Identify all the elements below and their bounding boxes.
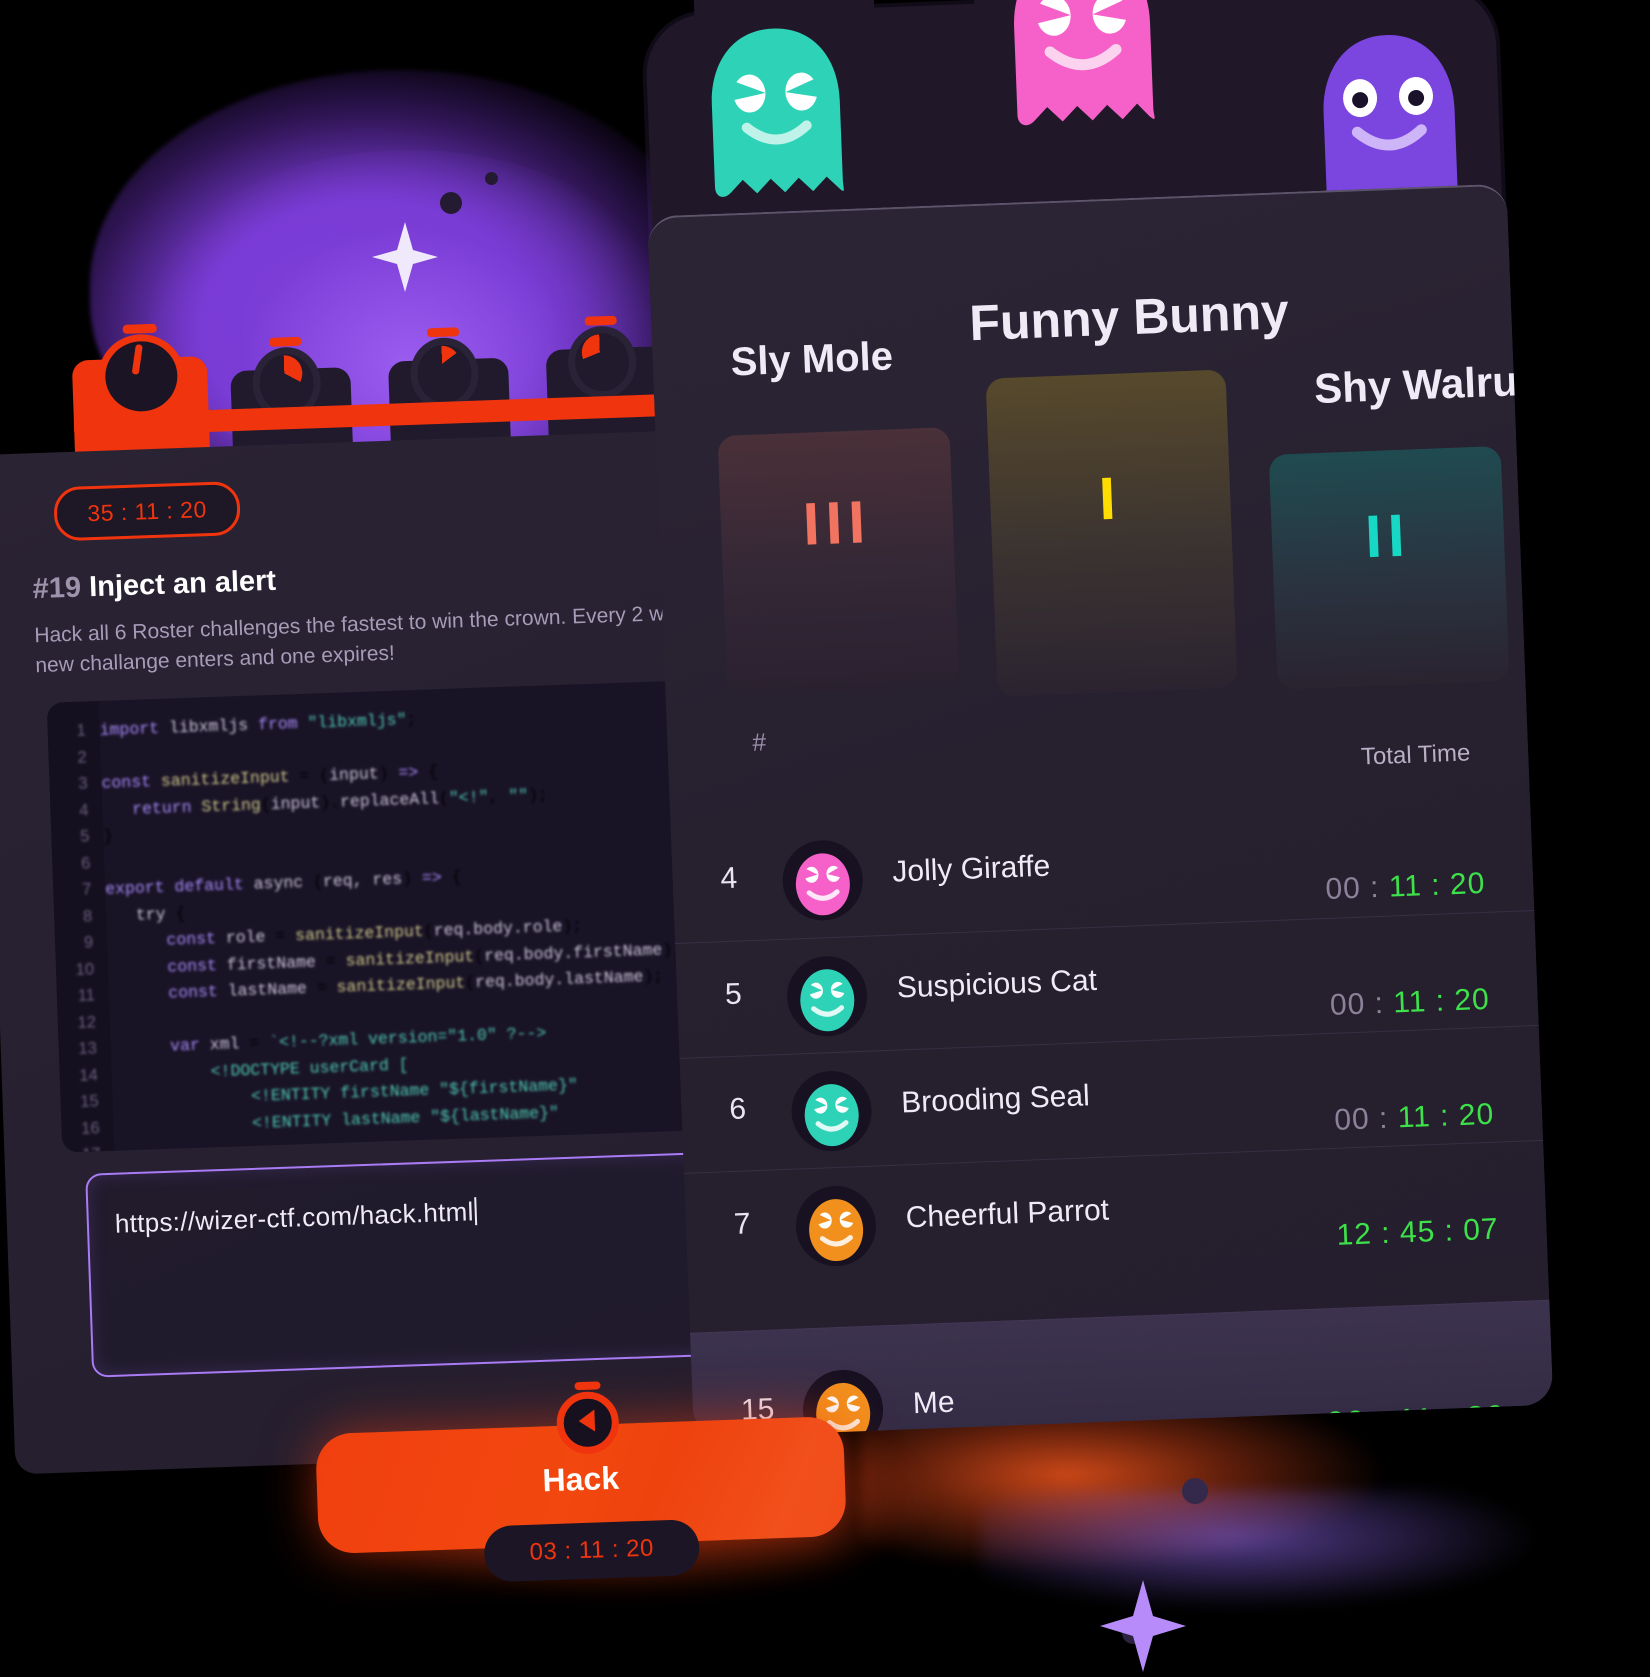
column-header-total-time: Total Time (1360, 739, 1470, 771)
podium-pedestal-2: I (986, 369, 1238, 696)
row-rank: 5 (724, 978, 742, 1013)
challenge-panel: 35 : 11 : 20 #19 Inject an alert Hack al… (0, 431, 715, 1475)
avatar (794, 1185, 877, 1268)
row-player-name: Me (912, 1386, 955, 1422)
podium-pedestal-3: II (1269, 446, 1510, 690)
challenge-title: Inject an alert (89, 565, 277, 604)
decor-dot-3 (1182, 1478, 1208, 1504)
challenge-number: #19 (32, 572, 81, 606)
challenge-description: Hack all 6 Roster challenges the fastest… (34, 597, 715, 682)
sparkle-decoration-top (372, 222, 438, 297)
row-rank: 7 (733, 1207, 751, 1242)
podium-mark-2: I (989, 464, 1231, 533)
leaderboard-panel: Sly Mole Funny Bunny Shy Walrus III I II… (647, 184, 1553, 1438)
avatar (781, 839, 864, 922)
column-header-rank: # (752, 728, 767, 758)
code-editor[interactable]: 1import libxmljs from "libxmljs";23const… (47, 678, 715, 1152)
row-rank: 4 (720, 862, 738, 897)
app-background: 35 : 11 : 20 #19 Inject an alert Hack al… (0, 0, 1650, 1650)
podium-mark-1: III (720, 489, 954, 558)
sparkle-decoration-bottom (1100, 1580, 1186, 1677)
ghost-avatar-funny-bunny (1004, 0, 1161, 138)
leaderboard-card: Sly Mole Funny Bunny Shy Walrus III I II… (602, 173, 1579, 1438)
podium-group: III I II (693, 351, 1502, 632)
hack-timer-badge: 03 : 11 : 20 (483, 1519, 700, 1582)
decor-dot-1 (440, 192, 462, 214)
leaderboard-header: # Total Time (666, 675, 1530, 818)
avatar (790, 1070, 873, 1153)
row-total-time: 12 : 45 : 07 (1336, 1213, 1499, 1253)
url-input-value: https://wizer-ctf.com/hack.html (114, 1196, 477, 1240)
podium-pedestal-1: III (718, 427, 960, 696)
row-total-time: 00 : 11 : 20 (1329, 983, 1490, 1023)
challenge-timer-badge: 35 : 11 : 20 (53, 481, 241, 541)
row-rank: 6 (729, 1092, 747, 1127)
text-caret (474, 1197, 477, 1225)
violet-glow-bottom-decoration (980, 1490, 1540, 1610)
ghost-avatar-sly-mole (703, 24, 850, 209)
url-input[interactable]: https://wizer-ctf.com/hack.html (85, 1151, 715, 1378)
row-player-name: Brooding Seal (901, 1079, 1091, 1120)
stopwatch-icon-hack (555, 1381, 619, 1455)
hack-action-group: Hack 03 : 11 : 20 (315, 1406, 852, 1624)
stopwatch-icon-1[interactable] (93, 323, 188, 422)
code-content: 1import libxmljs from "libxmljs";23const… (47, 694, 715, 1152)
row-player-name: Cheerful Parrot (905, 1194, 1110, 1236)
decor-dot-2 (485, 172, 498, 185)
podium-mark-3: II (1271, 502, 1505, 571)
stopwatch-icon-3[interactable] (405, 326, 484, 411)
row-player-name: Jolly Giraffe (892, 850, 1051, 890)
row-total-time: 00 : 11 : 20 (1334, 1098, 1495, 1138)
avatar (786, 955, 869, 1038)
podium-name-2: Funny Bunny (968, 282, 1289, 352)
page-title: #19 Inject an alert (32, 565, 276, 606)
row-player-name: Suspicious Cat (896, 964, 1097, 1006)
row-total-time: 00 : 11 : 20 (1325, 867, 1486, 907)
